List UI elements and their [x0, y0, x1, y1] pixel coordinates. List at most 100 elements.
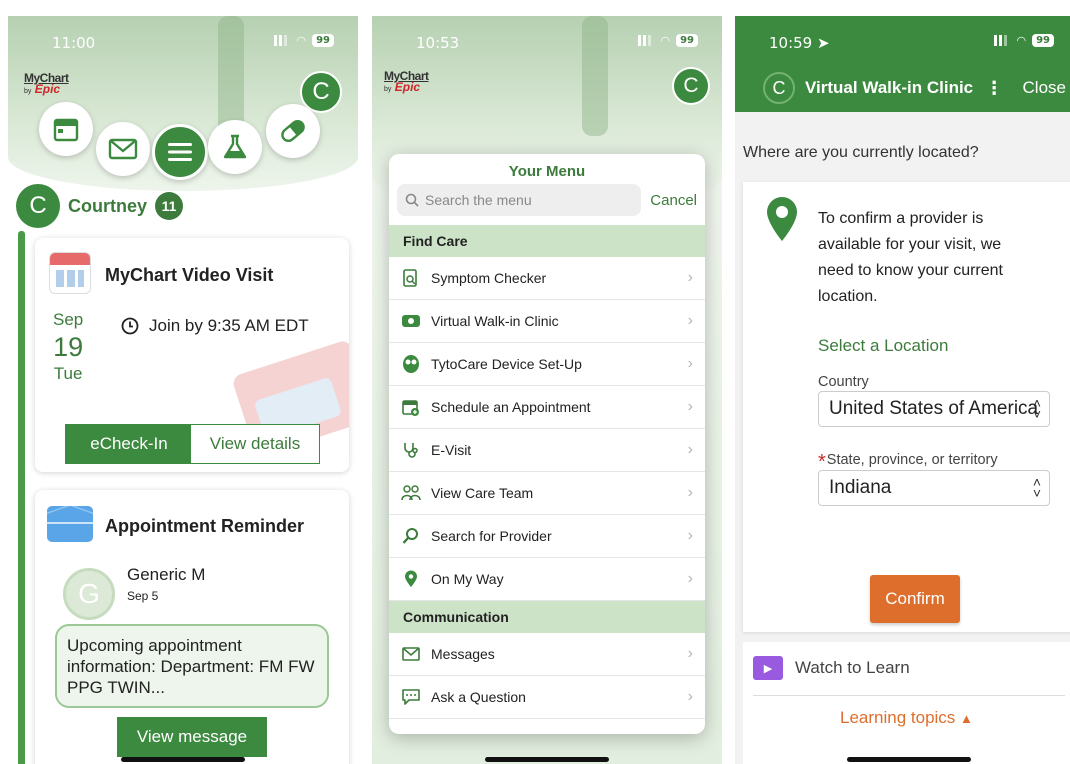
mychart-logo: MyChart by Epic	[24, 72, 69, 97]
sender-name: Generic M	[127, 565, 206, 584]
message-preview[interactable]: Upcoming appointment information: Depart…	[55, 624, 329, 708]
menu-search-row: Search the menu Cancel	[397, 184, 697, 216]
menu-item-on-my-way[interactable]: On My Way ›	[389, 558, 705, 601]
user-header[interactable]: C Courtney 11	[16, 184, 184, 228]
appointment-reminder-card[interactable]: Appointment Reminder G Generic M Sep 5 U…	[35, 490, 349, 764]
battery-icon: 99	[312, 34, 334, 47]
notification-count-badge: 11	[155, 192, 184, 220]
more-options-icon[interactable]: ⋮	[985, 78, 1003, 99]
chevron-right-icon: ›	[687, 441, 693, 458]
battery-icon: 99	[676, 34, 698, 47]
search-placeholder: Search the menu	[425, 192, 532, 208]
video-icon	[401, 311, 421, 331]
video-visit-card[interactable]: MyChart Video Visit Sep 19 Tue Join by 9…	[35, 238, 349, 472]
envelope-icon	[108, 138, 138, 160]
phone-location-screen: 10:59 ➤ ◠ 99 C Virtual Walk-in Clinic ⋮ C…	[735, 16, 1070, 764]
signal-icon	[274, 35, 291, 46]
timeline-rail	[18, 231, 25, 764]
state-value: Indiana	[829, 477, 892, 498]
menu-item-messages[interactable]: Messages ›	[389, 633, 705, 676]
flask-icon	[223, 134, 247, 159]
map-pin-icon	[401, 569, 421, 589]
menu-item-search-for-provider[interactable]: Search for Provider ›	[389, 515, 705, 558]
chevron-up-icon: ▲	[960, 711, 973, 726]
chevron-right-icon: ›	[687, 269, 693, 286]
messages-shortcut[interactable]	[96, 122, 150, 176]
status-icons: ◠ 99	[994, 34, 1054, 47]
select-location-heading: Select a Location	[818, 336, 949, 355]
chevron-right-icon: ›	[687, 312, 693, 329]
location-explanation: To confirm a provider is available for y…	[818, 210, 1003, 305]
menu-shortcut[interactable]	[152, 124, 208, 180]
menu-item-label: TytoCare Device Set-Up	[431, 356, 582, 372]
learning-topics-toggle[interactable]: Learning topics ▲	[840, 708, 973, 728]
menu-item-label: E-Visit	[431, 442, 472, 458]
menu-search-input[interactable]: Search the menu	[397, 184, 641, 216]
logo-by: by	[384, 86, 392, 93]
watch-to-learn-label: Watch to Learn	[795, 658, 910, 677]
view-message-button[interactable]: View message	[117, 717, 267, 757]
account-avatar[interactable]: C	[763, 72, 795, 104]
logo-epic: Epic	[34, 82, 61, 96]
location-card: To confirm a provider is available for y…	[743, 182, 1070, 632]
logo-by: by	[24, 88, 32, 95]
tytocare-icon	[401, 354, 421, 374]
navigation-bar: 10:59 ➤ ◠ 99 C Virtual Walk-in Clinic ⋮ C…	[735, 16, 1070, 112]
state-label: *State, province, or territory	[818, 452, 998, 472]
join-time: Join by 9:35 AM EDT	[121, 316, 309, 336]
confirm-button[interactable]: Confirm	[870, 575, 960, 623]
status-time: 10:59 ➤	[769, 34, 830, 52]
country-select[interactable]: United States of America ˄ ˅	[818, 391, 1050, 427]
status-time: 10:53	[416, 34, 460, 52]
learning-card: ▶ Watch to Learn Learning topics ▲	[743, 642, 1070, 764]
location-question: Where are you currently located?	[743, 144, 979, 161]
country-label: Country	[818, 374, 869, 390]
visit-day: 19	[53, 332, 84, 362]
stethoscope-icon	[401, 440, 421, 460]
menu-item-label: Messages	[431, 646, 495, 662]
menu-item-ask-a-question[interactable]: Ask a Question ›	[389, 676, 705, 719]
user-avatar: C	[16, 184, 60, 228]
location-arrow-icon: ➤	[817, 34, 830, 52]
menu-item-e-visit[interactable]: E-Visit ›	[389, 429, 705, 472]
learning-topics-label: Learning topics	[840, 708, 956, 727]
menu-title: Your Menu	[508, 163, 586, 180]
watch-to-learn-row[interactable]: ▶ Watch to Learn	[753, 656, 910, 680]
chat-icon	[401, 687, 421, 707]
phone-menu-screen: 10:53 ◠ 99 MyChart by Epic C Your Menu Se…	[372, 16, 722, 764]
menu-item-label: On My Way	[431, 571, 504, 587]
symptom-checker-icon	[401, 268, 421, 288]
cancel-button[interactable]: Cancel	[650, 192, 697, 209]
chevron-right-icon: ›	[687, 688, 693, 705]
video-visit-title: MyChart Video Visit	[105, 265, 274, 285]
status-icons: ◠ 99	[638, 34, 698, 47]
medications-shortcut[interactable]	[266, 104, 320, 158]
account-avatar[interactable]: C	[672, 67, 710, 105]
logo-epic: Epic	[394, 80, 421, 94]
menu-item-schedule-appointment[interactable]: Schedule an Appointment ›	[389, 386, 705, 429]
search-icon	[405, 193, 419, 207]
menu-item-virtual-walk-in-clinic[interactable]: Virtual Walk-in Clinic ›	[389, 300, 705, 343]
chevron-right-icon: ›	[687, 398, 693, 415]
chevron-right-icon: ›	[687, 355, 693, 372]
chevron-right-icon: ›	[687, 484, 693, 501]
view-details-button[interactable]: View details	[190, 424, 320, 464]
test-results-shortcut[interactable]	[208, 120, 262, 174]
calendar-icon	[53, 118, 79, 142]
envelope-icon	[401, 644, 421, 664]
menu-item-tytocare-setup[interactable]: TytoCare Device Set-Up ›	[389, 343, 705, 386]
sender-avatar: G	[63, 568, 115, 620]
divider	[753, 695, 1065, 696]
appointments-shortcut[interactable]	[39, 102, 93, 156]
menu-item-label: View Care Team	[431, 485, 534, 501]
calendar-add-icon	[401, 397, 421, 417]
visit-date: Sep 19 Tue	[53, 310, 83, 384]
state-select[interactable]: Indiana ˄ ˅	[818, 470, 1050, 506]
echeckin-button[interactable]: eCheck-In	[65, 424, 193, 464]
close-button[interactable]: Close	[1023, 78, 1066, 98]
menu-item-symptom-checker[interactable]: Symptom Checker ›	[389, 257, 705, 300]
battery-icon: 99	[1032, 34, 1054, 47]
section-find-care: Find Care	[389, 225, 705, 257]
menu-item-view-care-team[interactable]: View Care Team ›	[389, 472, 705, 515]
chevron-right-icon: ›	[687, 527, 693, 544]
